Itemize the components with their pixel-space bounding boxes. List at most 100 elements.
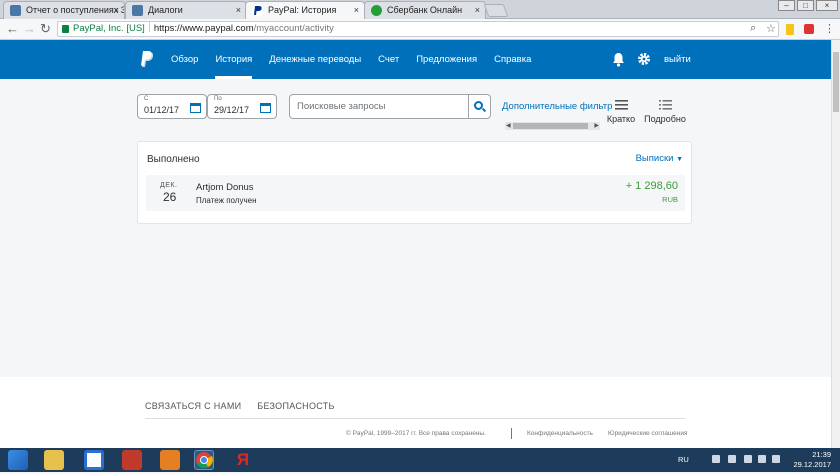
calendar-icon[interactable] — [190, 103, 201, 113]
app-icon[interactable] — [160, 450, 180, 470]
privacy-link[interactable]: Конфиденциальность — [527, 430, 593, 437]
statements-label: Выписки — [635, 153, 674, 164]
app-icon[interactable] — [84, 450, 104, 470]
close-icon[interactable]: × — [236, 2, 241, 19]
statements-dropdown[interactable]: Выписки ▼ — [636, 153, 683, 164]
logout-link[interactable]: выйти — [664, 40, 691, 79]
nav-offers[interactable]: Предложения — [416, 40, 477, 79]
bell-icon[interactable] — [612, 52, 625, 67]
section-title: Выполнено — [147, 154, 200, 165]
view-brief-toggle[interactable]: Кратко — [606, 100, 636, 124]
scrollbar-thumb[interactable] — [833, 52, 839, 112]
reload-icon[interactable]: ↻ — [40, 21, 51, 37]
filter-scrollbar[interactable]: ◀ ▶ — [505, 122, 600, 130]
transaction-currency: RUB — [662, 195, 678, 204]
volume-icon[interactable] — [758, 455, 766, 463]
tab-sberbank[interactable]: Сбербанк Онлайн × — [364, 1, 486, 19]
gear-icon[interactable] — [637, 52, 651, 66]
extension-icon[interactable] — [786, 24, 794, 35]
browser-tab-strip: Отчет о поступлениях 3 × Диалоги × PayPa… — [0, 0, 840, 20]
close-icon[interactable]: × — [475, 2, 480, 19]
tab-title: PayPal: История — [268, 5, 337, 15]
transaction-name: Artjom Donus — [196, 182, 254, 193]
tab-vk-dialogs[interactable]: Диалоги × — [125, 1, 247, 19]
browser-toolbar: ← → ↻ PayPal, Inc. [US] https://www.paypa… — [0, 19, 840, 40]
search-button[interactable] — [468, 95, 490, 118]
security-link[interactable]: БЕЗОПАСНОСТЬ — [257, 401, 335, 411]
language-indicator[interactable]: RU — [678, 455, 689, 464]
tab-title: Отчет о поступлениях 3 — [26, 5, 125, 15]
transaction-month: ДЕК. — [160, 182, 178, 189]
tab-vk-report[interactable]: Отчет о поступлениях 3 × — [3, 1, 125, 19]
search-placeholder: Поисковые запросы — [297, 101, 386, 112]
start-icon[interactable] — [8, 450, 28, 470]
date-from-field[interactable]: С 01/12/17 — [137, 94, 207, 119]
nav-help[interactable]: Справка — [494, 40, 531, 79]
view-brief-label: Кратко — [606, 114, 636, 124]
explorer-icon[interactable] — [44, 450, 64, 470]
transaction-amount: + 1 298,60 — [625, 180, 678, 192]
sberbank-icon — [371, 5, 382, 16]
nav-history[interactable]: История — [215, 40, 252, 79]
minimize-icon[interactable]: – — [778, 0, 795, 11]
view-detailed-label: Подробно — [644, 114, 686, 124]
clock-time: 21:39 — [812, 450, 831, 459]
tray-icon[interactable] — [772, 455, 780, 463]
close-icon[interactable]: × — [354, 2, 359, 19]
scrollbar-thumb[interactable] — [513, 123, 588, 129]
tab-title: Диалоги — [148, 5, 183, 15]
copyright-text: © PayPal, 1999–2017 гг. Все права сохран… — [346, 430, 486, 437]
main-nav: Обзор История Денежные переводы Счет Пре… — [171, 40, 548, 79]
transaction-status: Платеж получен — [196, 196, 257, 205]
nav-account[interactable]: Счет — [378, 40, 399, 79]
nav-transfers[interactable]: Денежные переводы — [269, 40, 361, 79]
page-scrollbar[interactable] — [831, 40, 840, 448]
menu-icon[interactable]: ⋮ — [824, 22, 835, 35]
secure-origin-label: PayPal, Inc. [US] — [73, 23, 145, 34]
nav-overview[interactable]: Обзор — [171, 40, 198, 79]
app-icon[interactable] — [122, 450, 142, 470]
chrome-icon[interactable] — [194, 450, 214, 470]
footer-divider — [145, 418, 685, 419]
list-detailed-icon — [658, 100, 672, 110]
view-detailed-toggle[interactable]: Подробно — [644, 100, 686, 124]
date-to-field[interactable]: По 29/12/17 — [207, 94, 277, 119]
transaction-day: 26 — [163, 190, 177, 204]
close-icon[interactable]: × — [114, 2, 119, 19]
date-from-label: С — [144, 96, 149, 102]
network-icon[interactable] — [744, 455, 752, 463]
transaction-row[interactable]: ДЕК. 26 Artjom Donus Платеж получен + 1 … — [146, 175, 685, 211]
calendar-icon[interactable] — [260, 103, 271, 113]
search-input[interactable]: Поисковые запросы — [289, 94, 491, 119]
url-path: /myaccount/activity — [253, 23, 334, 34]
scroll-right-icon[interactable]: ▶ — [594, 122, 599, 130]
tab-title: Сбербанк Онлайн — [387, 5, 463, 15]
yandex-icon[interactable]: Я — [233, 450, 253, 470]
scroll-left-icon[interactable]: ◀ — [506, 122, 511, 130]
forward-icon[interactable]: → — [23, 21, 36, 37]
more-filters-link[interactable]: Дополнительные фильтр — [502, 101, 612, 112]
lock-icon — [62, 25, 69, 33]
paypal-icon — [252, 5, 263, 16]
window-close-icon[interactable]: × — [816, 0, 838, 11]
legal-link[interactable]: Юридические соглашения — [608, 430, 688, 437]
windows-taskbar: Я RU 21:39 29.12.2017 — [0, 448, 840, 472]
tab-paypal-history[interactable]: PayPal: История × — [245, 1, 365, 20]
maximize-icon[interactable]: □ — [797, 0, 814, 11]
address-bar[interactable]: PayPal, Inc. [US] https://www.paypal.com/… — [57, 21, 779, 37]
extension-icon[interactable] — [804, 24, 814, 34]
system-clock[interactable]: 21:39 29.12.2017 — [788, 450, 831, 470]
date-to-value: 29/12/17 — [214, 105, 250, 115]
date-from-value: 01/12/17 — [144, 105, 180, 115]
back-icon[interactable]: ← — [6, 21, 19, 37]
new-tab-button[interactable] — [483, 4, 509, 17]
search-icon[interactable]: ⌕ — [750, 22, 756, 35]
caret-down-icon: ▼ — [676, 156, 683, 163]
tray-icon[interactable] — [728, 455, 736, 463]
paypal-logo[interactable] — [140, 51, 154, 69]
star-icon[interactable]: ☆ — [766, 22, 776, 35]
window-controls: – □ × — [776, 0, 838, 11]
date-to-label: По — [214, 96, 222, 102]
contact-link[interactable]: СВЯЗАТЬСЯ С НАМИ — [145, 401, 241, 411]
tray-icon[interactable] — [712, 455, 720, 463]
